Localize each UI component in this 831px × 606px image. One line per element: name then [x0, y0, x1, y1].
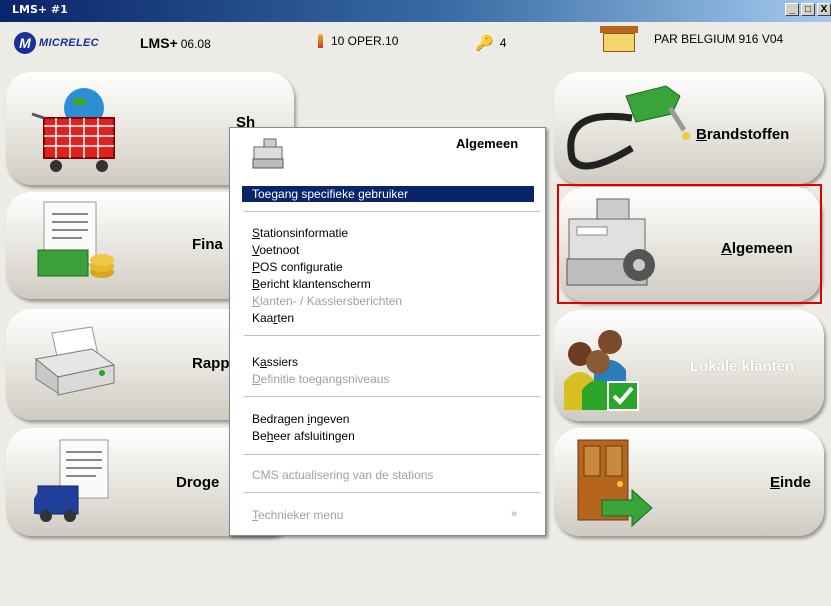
financial-label: Fina [192, 236, 223, 253]
dry-goods-label: Droge [176, 474, 220, 491]
menu-item-technician-menu: Technieker menu [252, 508, 344, 522]
menu-title: Algemeen [456, 136, 519, 151]
logo-badge: M [14, 32, 36, 54]
end-label: Einde [770, 474, 811, 491]
menu-separator [244, 211, 540, 212]
logo-text: MICRELEC [39, 37, 99, 49]
shopping-cart-icon [31, 88, 115, 172]
menu-item-manage-closings[interactable]: Beheer afsluitingen [252, 428, 355, 444]
close-button[interactable]: X [817, 3, 831, 16]
printer-icon [34, 326, 116, 396]
keys-info: 🔑 4 [475, 34, 506, 52]
menu-item-cards[interactable]: Kaarten [252, 310, 294, 326]
station-shop-icon [600, 26, 638, 52]
fuels-label: Brandstoffen [696, 126, 790, 143]
exit-door-icon [577, 439, 653, 528]
menu-item-cms-update: CMS actualisering van de stations [252, 468, 434, 482]
station-info: PAR BELGIUM 916 V04 [600, 26, 783, 52]
local-customers-label: Lokale klanten [690, 358, 795, 375]
minimize-button[interactable]: _ [785, 3, 799, 16]
menu-item-customer-cashier-messages: Klanten- / Kassiersberichten [252, 294, 403, 308]
menu-item-customer-screen-message[interactable]: Bericht klantenscherm [252, 276, 371, 292]
fuels-tile[interactable]: Brandstoffen [554, 72, 824, 184]
app-version: 06.08 [180, 37, 211, 51]
delivery-truck-icon [34, 439, 109, 522]
header-bar: M MICRELEC LMS+ 06.08 10 OPER.10 🔑 4 PAR … [0, 22, 831, 62]
menu-item-cashiers[interactable]: Kassiers [252, 354, 298, 370]
menu-item-station-info[interactable]: Stationsinformatie [252, 225, 348, 241]
local-customers-tile: Lokale klanten [554, 310, 824, 421]
menu-separator [244, 454, 540, 455]
station-name: PAR BELGIUM 916 V04 [654, 32, 784, 46]
menu-item-access-levels: Definitie toegangsniveaus [252, 372, 390, 386]
reports-label: Rapp [192, 355, 230, 372]
customers-icon [564, 330, 639, 411]
menu-separator [244, 492, 540, 493]
micrelec-logo: M MICRELEC [14, 32, 99, 54]
menu-item-specific-user[interactable]: Toegang specifieke gebruiker [242, 186, 534, 202]
menu-separator [244, 396, 540, 397]
app-name: LMS+ 06.08 [140, 35, 211, 51]
keys-icon: 🔑 [475, 35, 494, 52]
window-title: LMS+ #1 [12, 3, 68, 16]
app-name-text: LMS+ [140, 35, 178, 51]
menu-item-footnote[interactable]: Voetnoot [252, 242, 299, 258]
general-menu: Algemeen Toegang specifieke gebruiker St… [229, 127, 546, 536]
selection-highlight [557, 184, 822, 304]
operator-info: 10 OPER.10 [318, 34, 398, 48]
maximize-button[interactable]: □ [801, 3, 815, 16]
operator-icon [318, 34, 323, 48]
keys-count: 4 [499, 36, 507, 50]
operator-text: 10 OPER.10 [331, 34, 399, 48]
window-controls: _ □ X [783, 3, 831, 16]
menu-separator [244, 335, 540, 336]
fuel-nozzle-icon [567, 85, 690, 170]
menu-item-pos-config[interactable]: POS configuratie [252, 259, 343, 275]
menu-item-enter-amounts[interactable]: Bedragen ingeven [252, 411, 349, 427]
end-tile[interactable]: Einde [554, 428, 824, 536]
financial-documents-icon [37, 201, 114, 278]
title-bar: LMS+ #1 _ □ X [0, 0, 831, 22]
submenu-arrow-icon: » [511, 508, 518, 520]
cash-register-icon [252, 138, 284, 169]
